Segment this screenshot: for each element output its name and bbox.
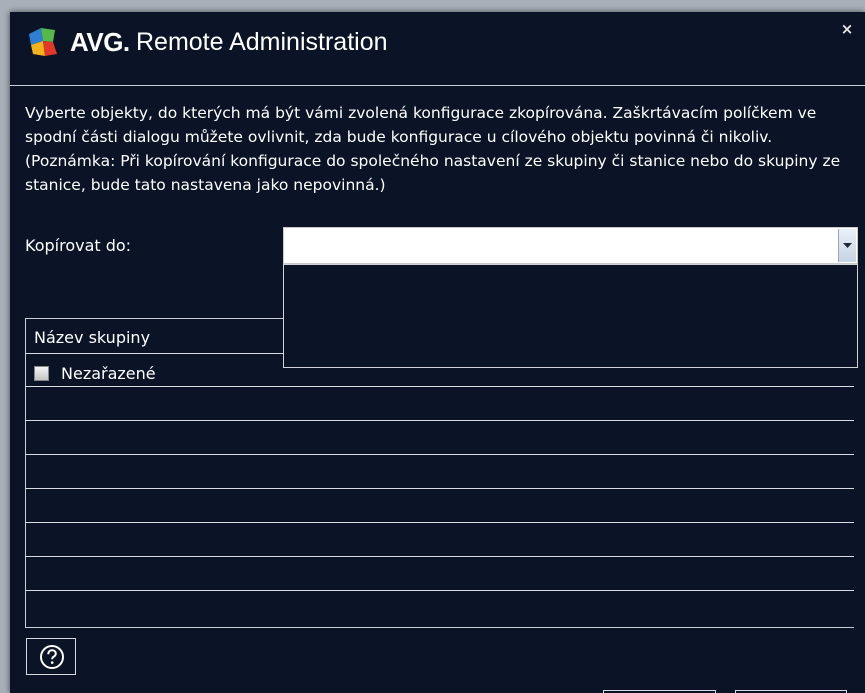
- row-divider: [25, 488, 854, 489]
- group-name: Nezařazené: [61, 364, 156, 383]
- row-divider: [25, 590, 854, 591]
- close-button[interactable]: ×: [838, 20, 856, 38]
- dropdown-list[interactable]: [283, 264, 858, 368]
- row-divider: [25, 522, 854, 523]
- group-checkbox[interactable]: [34, 366, 49, 381]
- title-divider: [10, 85, 865, 86]
- title-bar: AVG. Remote Administration ×: [10, 12, 865, 74]
- dropdown-button[interactable]: [838, 229, 856, 262]
- row-divider: [25, 454, 854, 455]
- row-divider: [25, 386, 854, 387]
- brand-name: AVG.: [70, 27, 130, 57]
- copy-to-label: Kopírovat do:: [25, 236, 132, 255]
- close-icon: ×: [840, 20, 854, 38]
- description-text: Vyberte objekty, do kterých má být vámi …: [25, 104, 841, 194]
- chevron-down-icon: [843, 243, 852, 248]
- row-divider: [25, 556, 854, 557]
- copy-configuration-dialog: AVG. Remote Administration × Vyberte obj…: [10, 12, 865, 693]
- copy-to-dropdown[interactable]: [283, 227, 858, 264]
- window-title: Remote Administration: [136, 28, 388, 56]
- column-header-group-name: Název skupiny: [34, 328, 151, 347]
- help-button[interactable]: [26, 638, 76, 675]
- avg-logo: [29, 28, 57, 56]
- help-icon: [40, 645, 64, 669]
- row-divider: [25, 420, 854, 421]
